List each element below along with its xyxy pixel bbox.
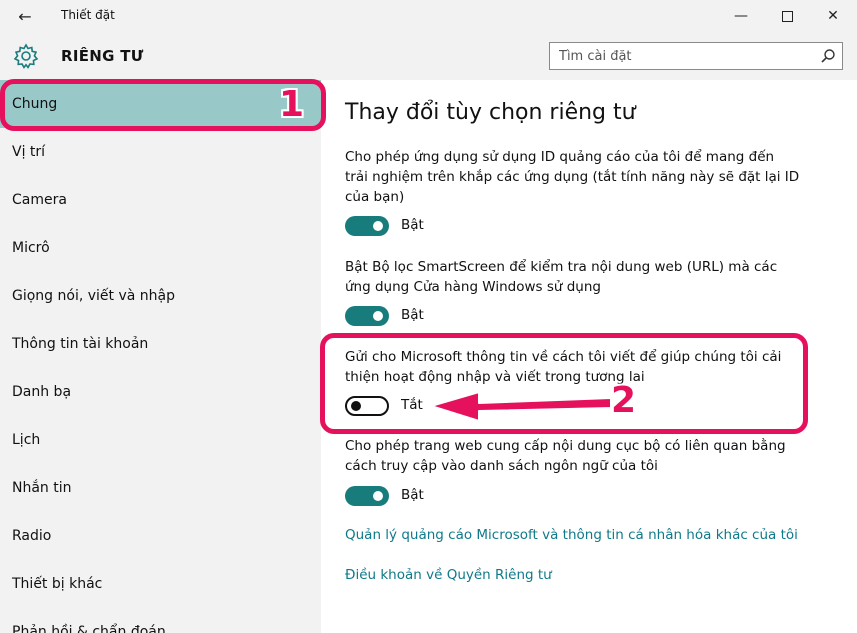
arrow-icon (430, 391, 612, 422)
sidebar-item-radio[interactable]: Radio (0, 512, 321, 560)
step-2-number: 2 (611, 380, 637, 421)
advertising-id-toggle[interactable] (345, 216, 389, 236)
sidebar-item-camera[interactable]: Camera (0, 176, 321, 224)
sidebar-item-phan-hoi[interactable]: Phản hồi & chẩn đoán (0, 608, 321, 633)
search-box[interactable] (549, 42, 843, 70)
settings-header: RIÊNG TƯ (0, 32, 857, 80)
back-button[interactable]: ← (10, 4, 40, 28)
setting-smartscreen-description: Bật Bộ lọc SmartScreen để kiểm tra nội d… (345, 259, 778, 295)
toggle-state-label: Bật (401, 217, 424, 233)
step-1-highlight (0, 79, 326, 131)
toggle-state-label: Bật (401, 307, 424, 323)
language-list-toggle[interactable] (345, 486, 389, 506)
title-bar: ← Thiết đặt — ✕ (0, 0, 857, 32)
sidebar-item-thiet-bi-khac[interactable]: Thiết bị khác (0, 560, 321, 608)
sidebar: Chung Vị trí Camera Micrô Giọng nói, viế… (0, 80, 321, 633)
gear-icon (13, 43, 39, 69)
close-icon: ✕ (827, 8, 839, 24)
sidebar-item-giong-noi[interactable]: Giọng nói, viết và nhập (0, 272, 321, 320)
privacy-terms-link[interactable]: Điều khoản về Quyền Riêng tư (345, 567, 552, 583)
sidebar-item-nhan-tin[interactable]: Nhắn tin (0, 464, 321, 512)
toggle-knob (373, 221, 383, 231)
sidebar-item-danh-ba[interactable]: Danh bạ (0, 368, 321, 416)
sidebar-item-micro[interactable]: Micrô (0, 224, 321, 272)
minimize-icon: — (734, 8, 748, 24)
sidebar-item-thong-tin-tai-khoan[interactable]: Thông tin tài khoản (0, 320, 321, 368)
sidebar-item-lich[interactable]: Lịch (0, 416, 321, 464)
window-title: Thiết đặt (61, 8, 115, 22)
setting-language-list-description: Cho phép trang web cung cấp nội dung cục… (345, 438, 786, 474)
maximize-button[interactable] (764, 0, 810, 32)
maximize-icon (781, 10, 793, 22)
sidebar-item-vi-tri[interactable]: Vị trí (0, 128, 321, 176)
minimize-button[interactable]: — (718, 0, 764, 32)
section-title: RIÊNG TƯ (61, 47, 144, 65)
page-title: Thay đổi tùy chọn riêng tư (345, 100, 636, 125)
toggle-knob (373, 491, 383, 501)
step-1-number: 1 (279, 84, 305, 125)
setting-advertising-id-description: Cho phép ứng dụng sử dụng ID quảng cáo c… (345, 149, 800, 205)
smartscreen-toggle[interactable] (345, 306, 389, 326)
manage-ads-link[interactable]: Quản lý quảng cáo Microsoft và thông tin… (345, 527, 798, 543)
toggle-knob (373, 311, 383, 321)
back-arrow-icon: ← (18, 6, 32, 26)
search-icon[interactable] (820, 48, 836, 64)
close-button[interactable]: ✕ (810, 0, 856, 32)
toggle-state-label: Bật (401, 487, 424, 503)
search-input[interactable] (550, 43, 814, 69)
